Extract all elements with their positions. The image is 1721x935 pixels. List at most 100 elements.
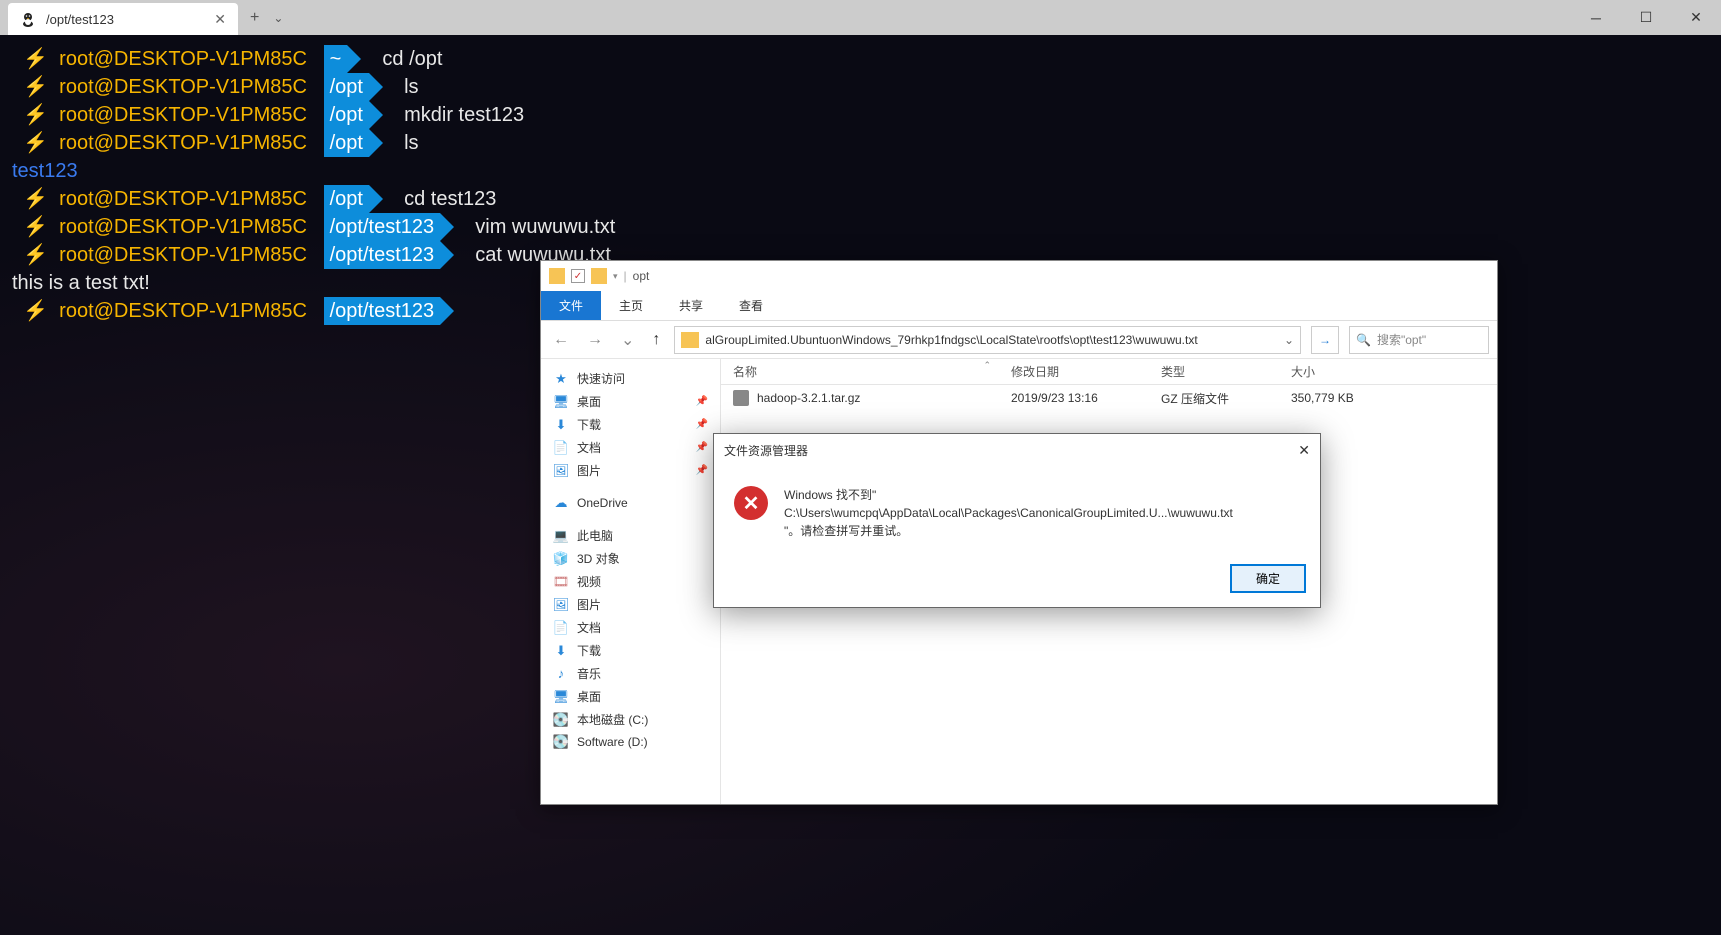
archive-icon: [733, 390, 749, 406]
tux-icon: [20, 11, 36, 27]
up-button[interactable]: ↑: [648, 331, 664, 349]
pin-icon: 📌: [696, 465, 708, 476]
sidebar-downloads[interactable]: ⬇下载: [541, 639, 720, 662]
error-icon: ✕: [734, 486, 768, 520]
sidebar-music[interactable]: ♪音乐: [541, 662, 720, 685]
sort-indicator-icon: ⌃: [983, 360, 991, 371]
col-date[interactable]: 修改日期: [1011, 363, 1161, 380]
file-type: GZ 压缩文件: [1161, 390, 1291, 407]
col-name[interactable]: 名称⌃: [721, 363, 1011, 380]
dialog-close-icon[interactable]: ✕: [1298, 442, 1310, 459]
dialog-body: ✕ Windows 找不到" C:\Users\wumcpq\AppData\L…: [714, 466, 1320, 554]
disk-icon: 💽: [553, 734, 569, 750]
terminal-line: ⚡ root@DESKTOP-V1PM85C /opt mkdir test12…: [12, 101, 1709, 129]
col-type[interactable]: 类型: [1161, 363, 1291, 380]
sidebar-desktop[interactable]: 🖥桌面: [541, 685, 720, 708]
tab-title: /opt/test123: [46, 12, 204, 27]
file-date: 2019/9/23 13:16: [1011, 391, 1161, 405]
desktop-icon: 🖥: [553, 689, 569, 705]
file-size: 350,779 KB: [1291, 391, 1391, 405]
col-size[interactable]: 大小: [1291, 363, 1391, 380]
titlebar-caret-icon[interactable]: ▾: [613, 271, 618, 282]
terminal-line: ⚡ root@DESKTOP-V1PM85C ~ cd /opt: [12, 45, 1709, 73]
picture-icon: 🖼: [553, 463, 569, 479]
sidebar-pictures[interactable]: 🖼图片: [541, 593, 720, 616]
minimize-button[interactable]: ─: [1571, 0, 1621, 35]
explorer-title: opt: [633, 269, 650, 283]
address-dropdown-icon[interactable]: ⌄: [1284, 333, 1294, 347]
maximize-button[interactable]: ☐: [1621, 0, 1671, 35]
download-icon: ⬇: [553, 417, 569, 433]
close-button[interactable]: ✕: [1671, 0, 1721, 35]
titlebar-separator: |: [624, 269, 627, 283]
tab-active[interactable]: /opt/test123 ✕: [8, 3, 238, 35]
sidebar-disk-c[interactable]: 💽本地磁盘 (C:): [541, 708, 720, 731]
cube-icon: 🧊: [553, 551, 569, 567]
terminal-line: ⚡ root@DESKTOP-V1PM85C /opt ls: [12, 73, 1709, 101]
check-icon[interactable]: ✓: [571, 269, 585, 283]
titlebar: /opt/test123 ✕ + ⌄ ─ ☐ ✕: [0, 0, 1721, 35]
new-tab-button[interactable]: +: [250, 9, 259, 27]
dialog-footer: 确定: [714, 554, 1320, 607]
folder-icon: [549, 268, 565, 284]
column-headers: 名称⌃ 修改日期 类型 大小: [721, 359, 1497, 385]
document-icon: 📄: [553, 620, 569, 636]
sidebar-quick-access[interactable]: ★快速访问: [541, 367, 720, 390]
tab-close-icon[interactable]: ✕: [214, 11, 226, 28]
terminal-line: ⚡ root@DESKTOP-V1PM85C /opt/test123 vim …: [12, 213, 1709, 241]
sidebar-videos[interactable]: 🎞视频: [541, 570, 720, 593]
refresh-button[interactable]: →: [1311, 326, 1339, 354]
ribbon: 文件 主页 共享 查看: [541, 291, 1497, 321]
ribbon-home[interactable]: 主页: [601, 291, 661, 320]
desktop-icon: 🖥: [553, 394, 569, 410]
error-dialog: 文件资源管理器 ✕ ✕ Windows 找不到" C:\Users\wumcpq…: [713, 433, 1321, 608]
sidebar-pictures[interactable]: 🖼图片📌: [541, 459, 720, 482]
picture-icon: 🖼: [553, 597, 569, 613]
pin-icon: 📌: [696, 442, 708, 453]
sidebar: ★快速访问 🖥桌面📌 ⬇下载📌 📄文档📌 🖼图片📌 ☁OneDrive 💻此电脑…: [541, 359, 721, 804]
terminal-line: ⚡ root@DESKTOP-V1PM85C /opt ls: [12, 129, 1709, 157]
terminal-output: test123: [12, 157, 1709, 185]
sidebar-downloads[interactable]: ⬇下载📌: [541, 413, 720, 436]
dialog-titlebar: 文件资源管理器 ✕: [714, 434, 1320, 466]
terminal-line: ⚡ root@DESKTOP-V1PM85C /opt cd test123: [12, 185, 1709, 213]
ribbon-file[interactable]: 文件: [541, 291, 601, 320]
file-name: hadoop-3.2.1.tar.gz: [757, 391, 1011, 405]
address-bar[interactable]: alGroupLimited.UbuntuonWindows_79rhkp1fn…: [674, 326, 1301, 354]
search-input[interactable]: 🔍 搜索"opt": [1349, 326, 1489, 354]
folder-icon: [681, 332, 699, 348]
pc-icon: 💻: [553, 528, 569, 544]
back-button[interactable]: ←: [549, 331, 573, 349]
sidebar-onedrive[interactable]: ☁OneDrive: [541, 492, 720, 514]
explorer-titlebar: ✓ ▾ | opt: [541, 261, 1497, 291]
music-icon: ♪: [553, 666, 569, 682]
folder-icon: [591, 268, 607, 284]
history-dropdown-icon[interactable]: ⌄: [617, 330, 638, 350]
sidebar-documents[interactable]: 📄文档📌: [541, 436, 720, 459]
sidebar-documents[interactable]: 📄文档: [541, 616, 720, 639]
search-icon: 🔍: [1356, 333, 1371, 347]
pin-icon: 📌: [696, 396, 708, 407]
document-icon: 📄: [553, 440, 569, 456]
forward-button[interactable]: →: [583, 331, 607, 349]
ok-button[interactable]: 确定: [1230, 564, 1306, 593]
search-placeholder: 搜索"opt": [1377, 331, 1426, 348]
window-controls: ─ ☐ ✕: [1571, 0, 1721, 35]
dialog-message: Windows 找不到" C:\Users\wumcpq\AppData\Loc…: [784, 486, 1233, 540]
tab-dropdown-icon[interactable]: ⌄: [273, 11, 283, 25]
ribbon-share[interactable]: 共享: [661, 291, 721, 320]
sidebar-desktop[interactable]: 🖥桌面📌: [541, 390, 720, 413]
sidebar-this-pc[interactable]: 💻此电脑: [541, 524, 720, 547]
pin-icon: 📌: [696, 419, 708, 430]
disk-icon: 💽: [553, 712, 569, 728]
video-icon: 🎞: [553, 574, 569, 590]
sidebar-disk-d[interactable]: 💽Software (D:): [541, 731, 720, 753]
download-icon: ⬇: [553, 643, 569, 659]
address-text: alGroupLimited.UbuntuonWindows_79rhkp1fn…: [705, 333, 1278, 347]
cloud-icon: ☁: [553, 495, 569, 511]
file-row[interactable]: hadoop-3.2.1.tar.gz 2019/9/23 13:16 GZ 压…: [721, 385, 1497, 411]
star-icon: ★: [553, 371, 569, 387]
sidebar-3d-objects[interactable]: 🧊3D 对象: [541, 547, 720, 570]
ribbon-view[interactable]: 查看: [721, 291, 781, 320]
path-chip: /opt/test123: [324, 297, 441, 325]
